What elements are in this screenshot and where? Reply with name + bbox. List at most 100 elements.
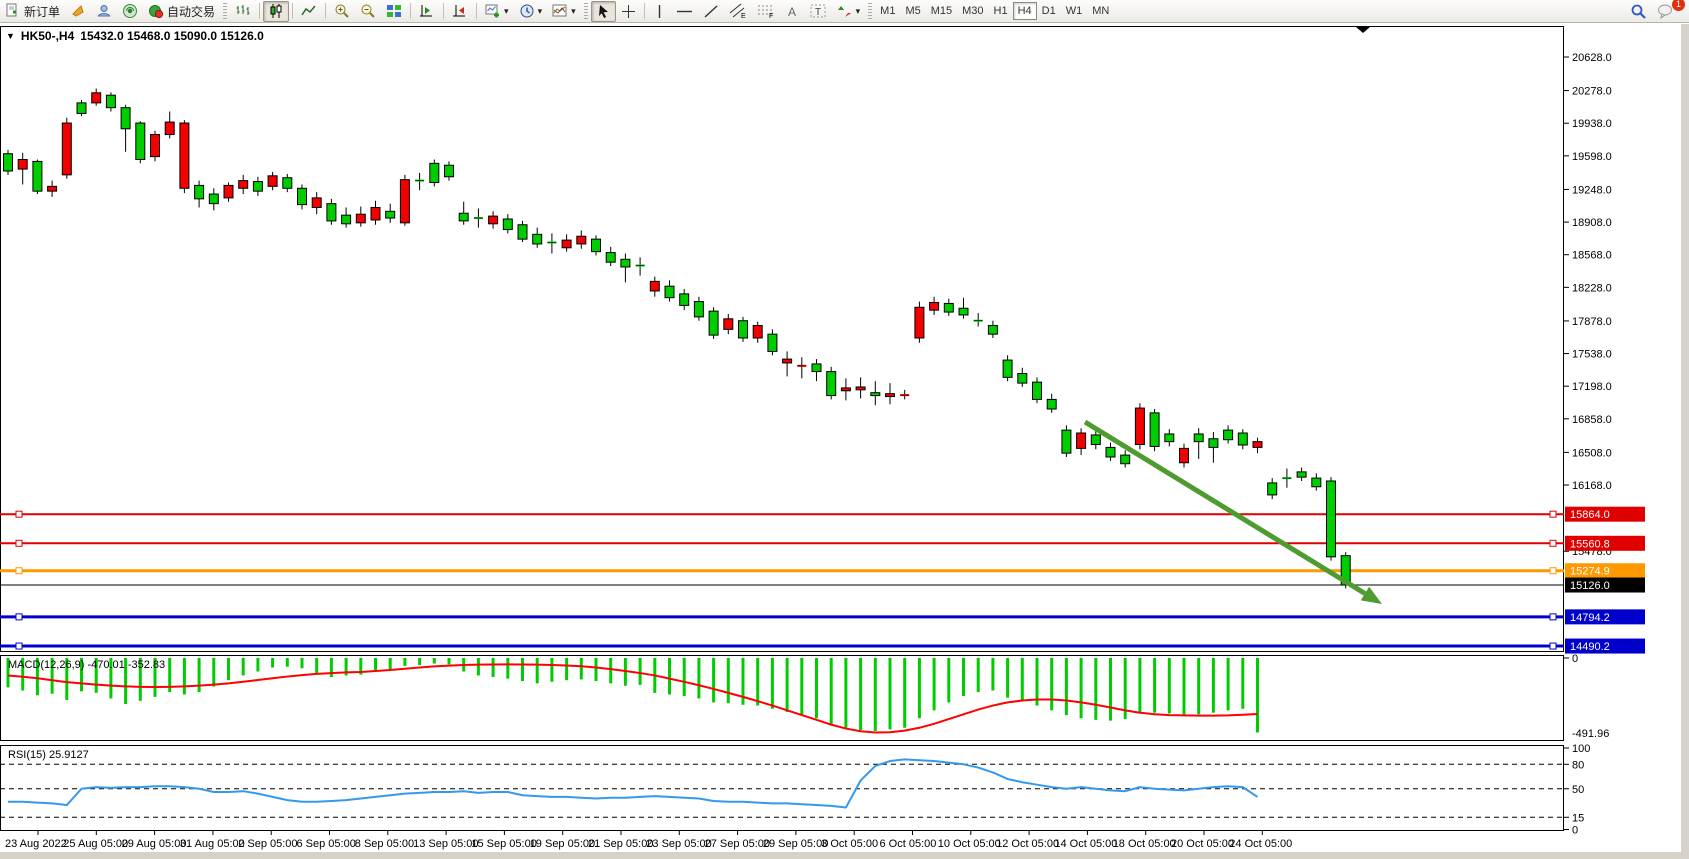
time-axis-label: 21 Sep 05:00: [588, 838, 653, 850]
hline-handle[interactable]: [1550, 511, 1556, 517]
hline-handle[interactable]: [1550, 540, 1556, 546]
cursor-tool-button[interactable]: [591, 1, 616, 22]
hline-handle[interactable]: [1550, 643, 1556, 649]
news-button[interactable]: [65, 1, 91, 22]
timeframe-bar: M1M5M15M30H1H4D1W1MN: [875, 2, 1114, 20]
trendline-icon: [703, 4, 719, 19]
candle: [709, 311, 718, 335]
hline-handle[interactable]: [1550, 568, 1556, 574]
svg-text:F: F: [769, 13, 773, 19]
candle: [856, 387, 865, 390]
new-chart-button[interactable]: ▾: [480, 1, 514, 22]
indicators-dropdown-icon[interactable]: ▾: [571, 6, 576, 17]
horizontal-line-tool[interactable]: [671, 1, 698, 22]
tile-windows-button[interactable]: [381, 1, 407, 22]
new-chart-dropdown-icon[interactable]: ▾: [504, 6, 509, 17]
toolbar-grip[interactable]: [584, 3, 588, 19]
arrows-tool[interactable]: ▾: [832, 1, 866, 22]
new-order-button[interactable]: 新订单: [0, 1, 65, 22]
time-axis-label: 25 Aug 05:00: [63, 838, 128, 850]
market-watch-button[interactable]: [91, 1, 117, 22]
periods-dropdown-icon[interactable]: ▾: [538, 6, 543, 17]
time-axis-label: 12 Oct 05:00: [996, 838, 1059, 850]
text-tool[interactable]: A: [780, 1, 805, 22]
timeframe-mn[interactable]: MN: [1087, 2, 1114, 20]
candle: [136, 123, 145, 159]
hline-handle[interactable]: [16, 568, 22, 574]
indicators-button[interactable]: ▾: [547, 1, 581, 22]
zoom-in-icon: [334, 3, 350, 19]
arrows-dropdown-icon[interactable]: ▾: [856, 6, 861, 17]
bar-chart-button[interactable]: [230, 1, 256, 22]
candle: [327, 204, 336, 221]
arrows-icon: [837, 4, 853, 19]
time-axis-label: 8 Sep 05:00: [355, 838, 414, 850]
time-axis-label: 3 Oct 05:00: [821, 838, 878, 850]
chart-canvas[interactable]: 20628.020278.019938.019598.019248.018908…: [0, 24, 1689, 859]
timeframe-d1[interactable]: D1: [1037, 2, 1061, 20]
candle: [841, 388, 850, 391]
timeframe-m15[interactable]: M15: [926, 2, 957, 20]
trendline-tool[interactable]: [698, 1, 724, 22]
hline-handle[interactable]: [1550, 614, 1556, 620]
vertical-line-tool[interactable]: [648, 1, 671, 22]
candle: [1121, 455, 1130, 464]
hline-handle[interactable]: [16, 540, 22, 546]
candlestick-chart-button[interactable]: [263, 1, 289, 22]
channel-tool[interactable]: E: [724, 1, 752, 22]
text-label-tool[interactable]: T: [805, 1, 832, 22]
price-badge-label: 15126.0: [1570, 580, 1610, 592]
rsi-scale-label: 100: [1572, 743, 1590, 755]
time-axis-label: 27 Sep 05:00: [705, 838, 770, 850]
candle: [1312, 478, 1321, 487]
auto-trading-button[interactable]: 自动交易: [143, 1, 220, 22]
crosshair-tool-button[interactable]: [616, 1, 641, 22]
hline-handle[interactable]: [16, 614, 22, 620]
chart-symbol-period: HK50-,H4: [21, 29, 74, 43]
hline-handle[interactable]: [16, 511, 22, 517]
price-tick-label: 19598.0: [1572, 151, 1612, 163]
chart-shift-button[interactable]: [447, 1, 473, 22]
candle: [812, 364, 821, 372]
candle: [224, 185, 233, 197]
timeframe-w1[interactable]: W1: [1061, 2, 1088, 20]
line-chart-button[interactable]: [296, 1, 322, 22]
chart-ohlc-values: 15432.0 15468.0 15090.0 15126.0: [80, 29, 264, 43]
time-axis-label: 18 Oct 05:00: [1113, 838, 1176, 850]
auto-trading-icon: [148, 3, 164, 19]
timeframe-h4[interactable]: H4: [1013, 2, 1037, 20]
search-button[interactable]: [1625, 1, 1652, 22]
zoom-in-button[interactable]: [329, 1, 355, 22]
time-axis-label: 31 Aug 05:00: [180, 838, 245, 850]
zoom-out-button[interactable]: [355, 1, 381, 22]
periods-button[interactable]: ▾: [514, 1, 548, 22]
main-toolbar: 新订单 自动交易: [0, 0, 1689, 23]
timeframe-m5[interactable]: M5: [900, 2, 925, 20]
time-axis-label: 2 Sep 05:00: [238, 838, 297, 850]
candle: [886, 394, 895, 397]
time-axis-label: 24 Oct 05:00: [1229, 838, 1292, 850]
timeframe-h1[interactable]: H1: [989, 2, 1013, 20]
chat-button[interactable]: 1: [1652, 1, 1679, 22]
candle: [342, 215, 351, 224]
candle: [1106, 447, 1115, 457]
candle: [518, 225, 527, 239]
fibonacci-tool[interactable]: F: [752, 1, 780, 22]
chart-menu-icon[interactable]: ▼: [6, 31, 15, 41]
time-axis-label: 10 Oct 05:00: [938, 838, 1001, 850]
timeframe-m30[interactable]: M30: [957, 2, 988, 20]
chart-window[interactable]: 20628.020278.019938.019598.019248.018908…: [0, 24, 1689, 859]
line-chart-icon: [301, 3, 317, 19]
time-axis-label: 20 Oct 05:00: [1171, 838, 1234, 850]
macd-main-value: -470.01: [87, 659, 124, 671]
time-axis-label: 6 Oct 05:00: [880, 838, 937, 850]
toolbar-grip[interactable]: [868, 3, 872, 19]
price-tick-label: 19938.0: [1572, 118, 1612, 130]
toolbar-grip[interactable]: [223, 3, 227, 19]
hline-handle[interactable]: [16, 643, 22, 649]
signals-button[interactable]: [117, 1, 143, 22]
candle: [915, 307, 924, 338]
price-tick-label: 18908.0: [1572, 217, 1612, 229]
auto-scroll-button[interactable]: [414, 1, 440, 22]
timeframe-m1[interactable]: M1: [875, 2, 900, 20]
